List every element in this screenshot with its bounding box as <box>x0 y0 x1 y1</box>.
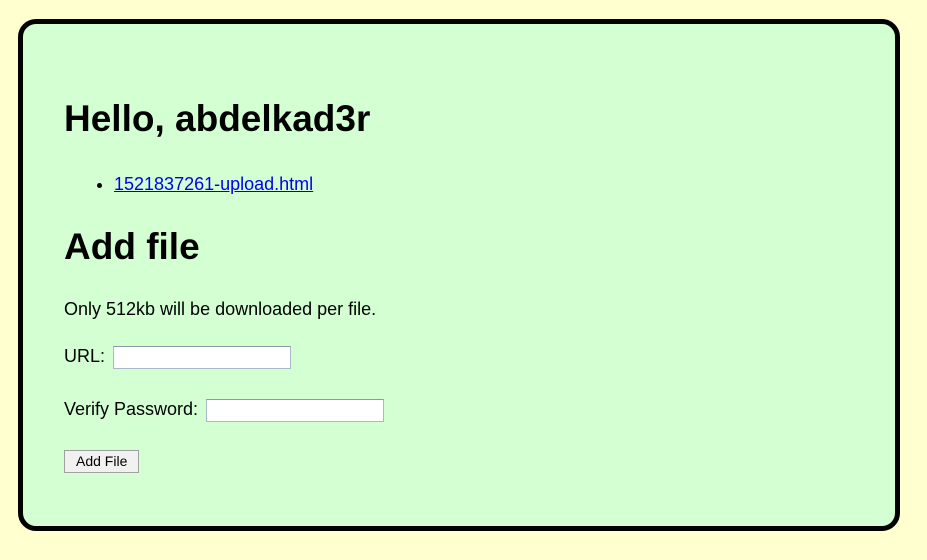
password-row: Verify Password: <box>64 398 385 422</box>
file-link[interactable]: 1521837261-upload.html <box>114 174 313 194</box>
url-input[interactable] <box>113 345 292 369</box>
url-row: URL: <box>64 345 292 369</box>
main-panel: Hello, abdelkad3r 1521837261-upload.html… <box>18 19 900 531</box>
url-label: URL: <box>64 346 106 366</box>
download-limit-note: Only 512kb will be downloaded per file. <box>64 299 377 319</box>
list-item: 1521837261-upload.html <box>114 173 313 195</box>
add-file-button[interactable]: Add File <box>64 450 140 473</box>
file-list: 1521837261-upload.html <box>64 173 313 195</box>
greeting-heading: Hello, abdelkad3r <box>64 98 371 139</box>
password-label: Verify Password: <box>64 399 199 419</box>
add-file-heading: Add file <box>64 226 200 267</box>
password-input[interactable] <box>206 398 385 422</box>
